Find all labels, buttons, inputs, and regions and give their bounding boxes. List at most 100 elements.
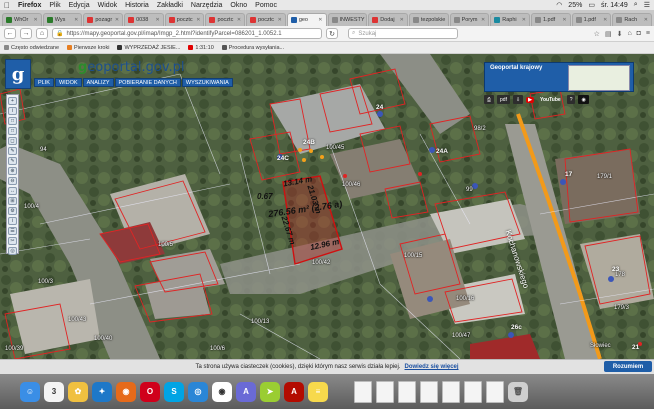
menu-widok[interactable]: Widok (98, 2, 117, 9)
browser-tab[interactable]: Raphi ✕ (490, 13, 530, 26)
map-tool-button[interactable]: i (8, 107, 17, 115)
close-icon[interactable]: ✕ (278, 17, 282, 23)
safari-icon[interactable]: ◎ (188, 381, 208, 402)
eye-icon[interactable]: ◉ (578, 95, 589, 104)
browser-tab[interactable]: Rach ✕ (612, 13, 652, 26)
search-input[interactable]: ⌕ Szukaj (348, 28, 458, 39)
help-icon[interactable]: ? (566, 95, 576, 104)
bookmark-item[interactable]: 1:31:10 (188, 45, 214, 51)
ark-icon[interactable]: ✦ (92, 381, 112, 402)
overview-map[interactable] (568, 65, 630, 91)
menu-edycja[interactable]: Edycja (69, 2, 90, 9)
bookmark-item[interactable]: Procedura wysyłania... (221, 45, 284, 51)
bookmark-item[interactable]: Często odwiedzane (4, 45, 59, 51)
reader-icon[interactable]: ▤ (605, 30, 612, 38)
pocket-icon[interactable]: ◘ (637, 30, 641, 38)
close-icon[interactable]: ✕ (644, 17, 648, 23)
browser-tab[interactable]: pozagr ✕ (83, 13, 124, 26)
calendar-icon[interactable]: 3 (44, 381, 64, 402)
menu-wyszukiwania-button[interactable]: WYSZUKIWANIA (181, 78, 233, 87)
dock-document-icon[interactable] (376, 380, 394, 403)
map-tool-button[interactable]: □ (8, 127, 17, 135)
close-icon[interactable]: ✕ (562, 17, 566, 23)
close-icon[interactable]: ✕ (74, 17, 78, 23)
browser-tab[interactable]: geo ✕ (286, 13, 327, 26)
browser-tab[interactable]: Wys ✕ (42, 13, 83, 26)
close-icon[interactable]: ✕ (481, 17, 485, 23)
menu-list-icon[interactable]: ☰ (644, 1, 650, 9)
browser-tab[interactable]: INWESTY✕ (327, 13, 368, 26)
acrobat-icon[interactable]: A (284, 381, 304, 402)
map-tool-button[interactable]: ⊞ (8, 197, 17, 205)
home-icon[interactable]: ⌂ (627, 30, 631, 38)
hamburger-menu-icon[interactable]: ≡ (646, 30, 650, 38)
wifi-icon[interactable]: ◠ (556, 1, 562, 9)
map-tool-button[interactable]: ⚙ (8, 207, 17, 215)
youtube-label[interactable]: YouTube (537, 95, 564, 104)
menu-plik-button[interactable]: PLIK (34, 78, 54, 87)
menu-narzedzia[interactable]: Narzędzia (191, 2, 223, 9)
format-select[interactable]: pdf (497, 95, 510, 104)
map-tool-button[interactable]: ⊕ (8, 167, 17, 175)
close-icon[interactable]: ✕ (318, 17, 322, 23)
star-icon[interactable]: ☆ (594, 30, 600, 38)
close-icon[interactable]: ✕ (522, 17, 526, 23)
browser-tab[interactable]: tezpolskie✕ (408, 13, 449, 26)
dock-document-icon[interactable] (486, 380, 504, 403)
search-icon[interactable]: ⌕ (634, 1, 638, 9)
app-name[interactable]: Firefox (18, 2, 41, 9)
dock-document-icon[interactable] (442, 380, 460, 403)
menu-zakladki[interactable]: Zakładki (157, 2, 183, 9)
apple-icon[interactable]:  (4, 1, 10, 10)
close-icon[interactable]: ✕ (603, 17, 607, 23)
browser-tab[interactable]: pocztc ✕ (205, 13, 246, 26)
menu-analizy-button[interactable]: ANALIZY (82, 78, 114, 87)
close-icon[interactable]: ✕ (400, 17, 404, 23)
close-icon[interactable]: ✕ (447, 17, 448, 23)
back-button[interactable]: ← (4, 28, 16, 39)
geoportal-logo[interactable]: g (5, 59, 31, 89)
cookie-more-link[interactable]: Dowiedz się więcej (405, 364, 459, 370)
menu-widok-button[interactable]: WIDOK (54, 78, 82, 87)
browser-tab[interactable]: Porym ✕ (449, 13, 490, 26)
map-tool-button[interactable]: ↔ (8, 187, 17, 195)
reload-button[interactable]: ↻ (326, 28, 338, 39)
home-icon[interactable]: ⌂ (36, 28, 48, 39)
map-tool-button[interactable]: ◻ (8, 137, 17, 145)
close-icon[interactable]: ✕ (196, 17, 200, 23)
trash-icon[interactable]: 🗑 (508, 381, 528, 402)
print-icon[interactable]: ⎙ (484, 95, 495, 104)
map-tool-button[interactable]: ◎ (8, 247, 17, 255)
firefox-icon[interactable]: ◉ (116, 381, 136, 402)
map-tool-button[interactable]: ☰ (8, 227, 17, 235)
clock[interactable]: śr. 14:49 (601, 2, 628, 9)
map-tool-button[interactable]: ✎ (8, 147, 17, 155)
map-tool-button[interactable]: ✎ (8, 157, 17, 165)
overview-panel[interactable]: Geoportal krajowy (484, 62, 634, 92)
browser-tab[interactable]: Dodaj ✕ (368, 13, 408, 26)
close-icon[interactable]: ✕ (33, 17, 37, 23)
map-tool-button[interactable]: i (8, 217, 17, 225)
map-tool-button[interactable]: ⊖ (8, 177, 17, 185)
export-icon[interactable]: ⇩ (512, 95, 524, 104)
download-icon[interactable]: ⬇ (617, 30, 623, 38)
browser-tab[interactable]: pocztc ✕ (164, 13, 205, 26)
photos-icon[interactable]: ✿ (68, 381, 88, 402)
skype-icon[interactable]: S (164, 381, 184, 402)
browser-tab[interactable]: 1.pdf ✕ (530, 13, 571, 26)
bookmark-item[interactable]: WYPRZEDAŻ JESIE... (117, 45, 180, 51)
youtube-icon[interactable]: ▶ (526, 96, 535, 103)
close-icon[interactable]: ✕ (156, 17, 160, 23)
menu-pobieranie-button[interactable]: POBIERANIE DANYCH (114, 78, 181, 87)
menu-okno[interactable]: Okno (230, 2, 247, 9)
finder-icon[interactable]: ☺ (20, 381, 40, 402)
map-tool-button[interactable]: + (8, 97, 17, 105)
close-icon[interactable]: ✕ (237, 17, 241, 23)
map-tool-button[interactable]: ✂ (8, 237, 17, 245)
browser-tab[interactable]: 0038 ✕ (124, 13, 164, 26)
close-icon[interactable]: ✕ (367, 17, 368, 23)
cookie-accept-button[interactable]: Rozumiem (604, 361, 652, 372)
maps-icon[interactable]: ➤ (260, 381, 280, 402)
chrome-icon[interactable]: ◉ (212, 381, 232, 402)
browser-tab[interactable]: pocztc ✕ (246, 13, 286, 26)
